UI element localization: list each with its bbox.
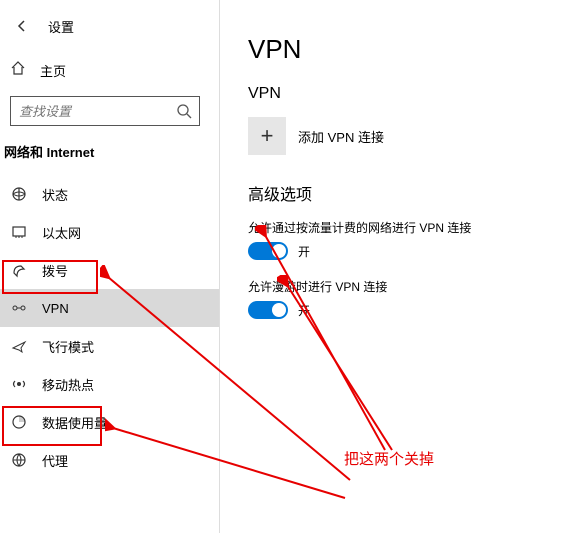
arrow-left-icon [15, 19, 29, 33]
nav-list: 状态 以太网 拨号 VPN 飞行模式 移动热点 数据使用量 代理 [0, 175, 219, 479]
sidebar-item-label: 以太网 [42, 223, 81, 242]
sidebar: 设置 主页 网络和 Internet 状态 以太网 拨号 [0, 0, 220, 533]
sidebar-item-label: 飞行模式 [42, 337, 94, 356]
toggle-roaming[interactable] [248, 301, 288, 319]
sidebar-item-datausage[interactable]: 数据使用量 [0, 403, 219, 441]
sidebar-item-airplane[interactable]: 飞行模式 [0, 327, 219, 365]
sidebar-item-status[interactable]: 状态 [0, 175, 219, 213]
sidebar-item-hotspot[interactable]: 移动热点 [0, 365, 219, 403]
sidebar-item-label: 数据使用量 [42, 413, 107, 432]
ethernet-icon [10, 224, 28, 240]
vpn-icon [10, 300, 28, 316]
search-wrap [0, 88, 219, 136]
sidebar-item-label: 代理 [42, 451, 68, 470]
toggle-metered-state: 开 [298, 243, 310, 260]
back-button[interactable] [10, 14, 34, 38]
plus-icon: + [248, 117, 286, 155]
add-vpn-label: 添加 VPN 连接 [298, 127, 384, 146]
search-input[interactable] [11, 97, 199, 125]
annotation-text: 把这两个关掉 [344, 448, 434, 469]
page-subtitle: VPN [248, 85, 564, 103]
settings-label: 设置 [48, 17, 74, 36]
opt-roaming-label: 允许漫游时进行 VPN 连接 [248, 278, 564, 295]
home-row[interactable]: 主页 [0, 52, 219, 88]
airplane-icon [10, 338, 28, 354]
sidebar-item-proxy[interactable]: 代理 [0, 441, 219, 479]
dialup-icon [10, 262, 28, 278]
section-heading: 网络和 Internet [0, 136, 219, 175]
toggle-metered[interactable] [248, 242, 288, 260]
sidebar-item-ethernet[interactable]: 以太网 [0, 213, 219, 251]
search-box [10, 96, 200, 126]
home-label: 主页 [40, 61, 66, 80]
proxy-icon [10, 452, 28, 468]
search-icon [175, 102, 193, 125]
status-icon [10, 186, 28, 202]
home-icon [10, 60, 26, 81]
add-vpn-row[interactable]: + 添加 VPN 连接 [248, 117, 564, 155]
sidebar-item-dialup[interactable]: 拨号 [0, 251, 219, 289]
toggle-roaming-row: 开 [248, 301, 564, 319]
sidebar-item-label: 移动热点 [42, 375, 94, 394]
toggle-roaming-state: 开 [298, 302, 310, 319]
advanced-heading: 高级选项 [248, 181, 564, 205]
header-row: 设置 [0, 8, 219, 44]
sidebar-item-label: 状态 [42, 185, 68, 204]
datausage-icon [10, 414, 28, 430]
hotspot-icon [10, 376, 28, 392]
sidebar-item-label: 拨号 [42, 261, 68, 280]
page-title: VPN [248, 34, 564, 65]
opt-metered-label: 允许通过按流量计费的网络进行 VPN 连接 [248, 219, 564, 236]
sidebar-item-label: VPN [42, 301, 69, 316]
sidebar-item-vpn[interactable]: VPN [0, 289, 219, 327]
toggle-metered-row: 开 [248, 242, 564, 260]
